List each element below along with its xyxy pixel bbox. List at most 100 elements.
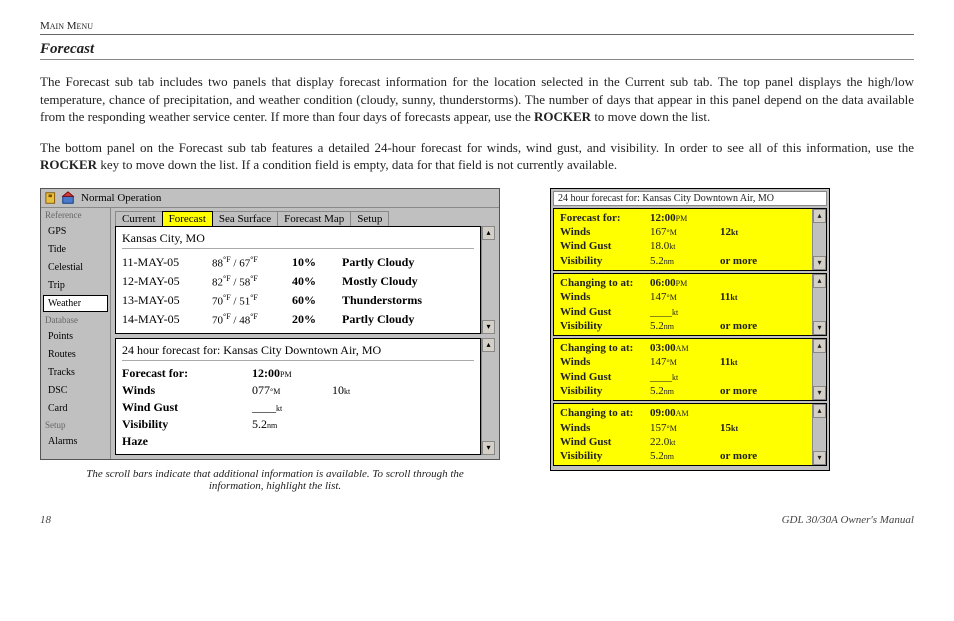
gps-titlebar: Normal Operation (41, 189, 499, 208)
val-gust: ____ (252, 400, 276, 414)
block-gust-label: Wind Gust (560, 305, 650, 319)
para1-text-b: to move down the list. (591, 109, 710, 124)
block-winds-label: Winds (560, 355, 650, 369)
scroll-up-icon[interactable]: ▴ (813, 209, 826, 223)
block-header-label: Changing to at: (560, 341, 650, 355)
daily-row: 12-MAY-0582°F / 58°F40%Mostly Cloudy (122, 272, 474, 291)
scroll-down-icon[interactable]: ▾ (482, 320, 495, 334)
scroll-down-icon[interactable]: ▾ (813, 321, 826, 335)
tab-forecast-map[interactable]: Forecast Map (277, 211, 351, 226)
right-forecast-panel: 24 hour forecast for: Kansas City Downto… (550, 188, 830, 472)
paragraph-2: The bottom panel on the Forecast sub tab… (40, 139, 914, 174)
val-wind-spd-unit: kt (344, 387, 350, 396)
side-item-card[interactable]: Card (43, 400, 108, 417)
block-ormore: or more (720, 384, 806, 398)
daily-temps: 88°F / 67°F (212, 255, 292, 270)
right-panel-title: 24 hour forecast for: Kansas City Downto… (553, 191, 827, 206)
side-item-gps[interactable]: GPS (43, 223, 108, 240)
block-winds-label: Winds (560, 421, 650, 435)
tab-sea-surface[interactable]: Sea Surface (212, 211, 278, 226)
val-gust-unit: kt (276, 404, 282, 413)
section-title: Forecast (40, 41, 914, 60)
side-item-tide[interactable]: Tide (43, 241, 108, 258)
val-wind-spd: 10 (332, 383, 344, 397)
scroll-up-icon[interactable]: ▴ (813, 274, 826, 288)
page-footer: 18 GDL 30/30A Owner's Manual (40, 514, 914, 526)
block-vis-label: Visibility (560, 384, 650, 398)
block-header-label: Forecast for: (560, 211, 650, 225)
side-item-alarms[interactable]: Alarms (43, 433, 108, 450)
block-header-label: Changing to at: (560, 406, 650, 420)
forecast-block: Changing to at:09:00AMWinds157°M15ktWind… (553, 403, 827, 466)
scroll-up-icon[interactable]: ▴ (482, 338, 495, 352)
scroll-down-icon[interactable]: ▾ (813, 256, 826, 270)
daily-date: 11-MAY-05 (122, 255, 212, 270)
side-item-celestial[interactable]: Celestial (43, 259, 108, 276)
side-group-reference: Reference (41, 208, 110, 222)
daily-temps: 70°F / 51°F (212, 293, 292, 308)
block-ormore: or more (720, 254, 806, 268)
app-icon-2 (61, 191, 75, 205)
gps-title-text: Normal Operation (81, 192, 161, 204)
page-number: 18 (40, 514, 51, 526)
lbl-forecast-for: Forecast for: (122, 366, 252, 381)
block-winds-label: Winds (560, 225, 650, 239)
daily-precip: 20% (292, 312, 342, 327)
location-text: Kansas City, MO (122, 231, 474, 249)
paragraph-1: The Forecast sub tab includes two panels… (40, 73, 914, 126)
gps-window: Normal Operation Reference GPS Tide Cele… (40, 188, 500, 460)
block-vis-label: Visibility (560, 254, 650, 268)
block-scrollbar[interactable]: ▴▾ (812, 339, 826, 400)
val-vis: 5.2 (252, 417, 267, 431)
daily-panel: Kansas City, MO 11-MAY-0588°F / 67°F10%P… (115, 226, 481, 334)
val-time: 12:00 (252, 366, 280, 380)
daily-precip: 60% (292, 293, 342, 308)
figure-caption: The scroll bars indicate that additional… (40, 468, 510, 492)
val-wind-unit: °M (270, 387, 280, 396)
para2-text-a: The bottom panel on the Forecast sub tab… (40, 140, 914, 155)
app-icon-1 (45, 191, 59, 205)
hourly-panel: 24 hour forecast for: Kansas City Downto… (115, 338, 481, 455)
side-item-tracks[interactable]: Tracks (43, 364, 108, 381)
daily-temps: 82°F / 58°F (212, 274, 292, 289)
daily-scrollbar[interactable]: ▴ ▾ (481, 226, 495, 334)
lbl-vis: Visibility (122, 417, 252, 432)
daily-precip: 40% (292, 274, 342, 289)
block-scrollbar[interactable]: ▴▾ (812, 209, 826, 270)
tab-current[interactable]: Current (115, 211, 163, 226)
block-gust-label: Wind Gust (560, 239, 650, 253)
side-item-trip[interactable]: Trip (43, 277, 108, 294)
daily-temps: 70°F / 48°F (212, 312, 292, 327)
side-item-routes[interactable]: Routes (43, 346, 108, 363)
scroll-up-icon[interactable]: ▴ (813, 404, 826, 418)
block-scrollbar[interactable]: ▴▾ (812, 274, 826, 335)
daily-date: 13-MAY-05 (122, 293, 212, 308)
side-item-weather[interactable]: Weather (43, 295, 108, 312)
para1-text-a: The Forecast sub tab includes two panels… (40, 74, 914, 124)
tabstrip: Current Forecast Sea Surface Forecast Ma… (111, 208, 499, 226)
val-vis-unit: nm (267, 421, 277, 430)
daily-condition: Partly Cloudy (342, 312, 474, 327)
forecast-block: Forecast for:12:00PMWinds167°M12ktWind G… (553, 208, 827, 271)
block-vis-label: Visibility (560, 449, 650, 463)
daily-condition: Mostly Cloudy (342, 274, 474, 289)
block-scrollbar[interactable]: ▴▾ (812, 404, 826, 465)
block-header-label: Changing to at: (560, 276, 650, 290)
forecast-block: Changing to at:03:00AMWinds147°M11ktWind… (553, 338, 827, 401)
block-gust-label: Wind Gust (560, 435, 650, 449)
side-item-dsc[interactable]: DSC (43, 382, 108, 399)
forecast-block: Changing to at:06:00PMWinds147°M11ktWind… (553, 273, 827, 336)
tab-forecast[interactable]: Forecast (162, 211, 213, 226)
daily-date: 14-MAY-05 (122, 312, 212, 327)
tab-setup[interactable]: Setup (350, 211, 389, 226)
side-item-points[interactable]: Points (43, 328, 108, 345)
hourly-scrollbar[interactable]: ▴ ▾ (481, 338, 495, 455)
scroll-down-icon[interactable]: ▾ (813, 386, 826, 400)
scroll-down-icon[interactable]: ▾ (482, 441, 495, 455)
block-ormore: or more (720, 449, 806, 463)
daily-row: 14-MAY-0570°F / 48°F20%Partly Cloudy (122, 310, 474, 329)
scroll-up-icon[interactable]: ▴ (813, 339, 826, 353)
manual-title: GDL 30/30A Owner's Manual (782, 514, 914, 526)
scroll-down-icon[interactable]: ▾ (813, 451, 826, 465)
scroll-up-icon[interactable]: ▴ (482, 226, 495, 240)
